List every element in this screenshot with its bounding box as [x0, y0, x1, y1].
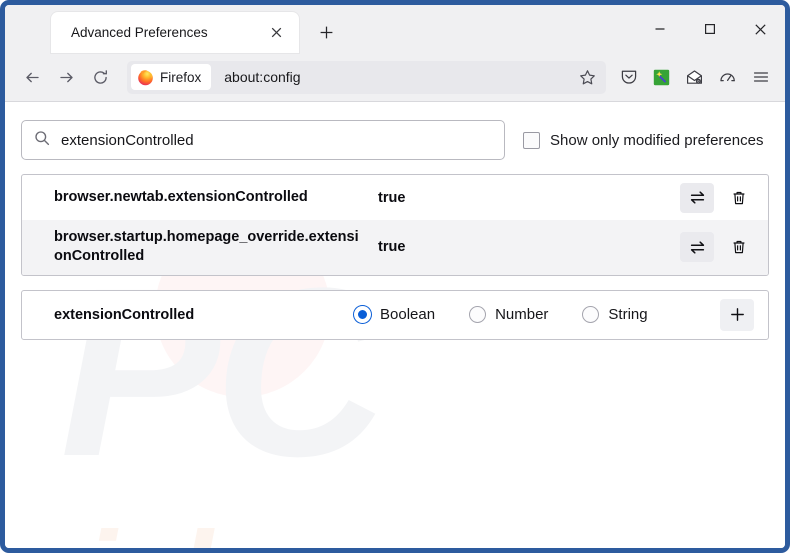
- show-modified-filter[interactable]: Show only modified preferences: [523, 131, 764, 149]
- radio-string[interactable]: [582, 306, 600, 324]
- address-bar[interactable]: Firefox about:config: [127, 60, 606, 94]
- search-input-value[interactable]: extensionControlled: [61, 132, 194, 149]
- email-icon[interactable]: 0: [678, 61, 711, 93]
- tab-strip: Advanced Preferences: [5, 5, 785, 53]
- new-preference-row: extensionControlled Boolean Number Strin…: [22, 291, 768, 339]
- firefox-brand-chip: Firefox: [131, 64, 212, 90]
- pref-name: browser.startup.homepage_override.extens…: [54, 229, 359, 265]
- radio-boolean-label: Boolean: [380, 306, 436, 324]
- reload-icon[interactable]: [83, 61, 117, 93]
- radio-number[interactable]: [469, 306, 487, 324]
- pref-name: browser.newtab.extensionControlled: [54, 188, 308, 205]
- extension-puzzle-icon[interactable]: [645, 61, 678, 93]
- window-controls: [635, 5, 785, 53]
- preferences-table: browser.newtab.extensionControlled true: [21, 174, 769, 276]
- table-row[interactable]: browser.startup.homepage_override.extens…: [22, 220, 768, 275]
- about-config-page: PC risk.com extensionControlled Show: [5, 102, 785, 548]
- show-modified-label: Show only modified preferences: [550, 131, 764, 149]
- page-content: extensionControlled Show only modified p…: [5, 102, 785, 340]
- radio-option-boolean[interactable]: Boolean: [354, 306, 436, 324]
- search-icon: [34, 130, 50, 151]
- search-row: extensionControlled Show only modified p…: [21, 102, 769, 160]
- firefox-logo-icon: [138, 69, 153, 85]
- row-actions: [680, 232, 754, 263]
- new-preference-panel: extensionControlled Boolean Number Strin…: [21, 289, 769, 340]
- trash-icon[interactable]: [724, 232, 754, 262]
- back-arrow-icon[interactable]: [15, 61, 49, 93]
- add-preference-button[interactable]: [720, 298, 754, 331]
- toggle-swap-icon[interactable]: [680, 182, 714, 213]
- close-icon[interactable]: [735, 5, 785, 53]
- minimize-icon[interactable]: [635, 5, 685, 53]
- speedometer-icon[interactable]: [711, 61, 744, 93]
- pocket-icon[interactable]: [612, 61, 645, 93]
- hamburger-menu-icon[interactable]: [744, 61, 777, 93]
- svg-text:0: 0: [697, 79, 699, 83]
- row-actions: [680, 182, 754, 213]
- watermark-bottom: risk.com: [37, 514, 523, 548]
- show-modified-checkbox[interactable]: [523, 131, 540, 149]
- toggle-swap-icon[interactable]: [680, 232, 714, 263]
- radio-number-label: Number: [495, 306, 549, 324]
- search-input[interactable]: extensionControlled: [21, 120, 505, 160]
- tab-title: Advanced Preferences: [71, 25, 208, 40]
- star-icon[interactable]: [572, 63, 602, 91]
- new-pref-type-group: Boolean Number String: [354, 306, 720, 324]
- close-icon[interactable]: [265, 22, 287, 44]
- navigation-toolbar: Firefox about:config 0: [5, 53, 785, 102]
- new-tab-button[interactable]: [311, 17, 341, 47]
- brand-name-label: Firefox: [160, 69, 202, 85]
- maximize-icon[interactable]: [685, 5, 735, 53]
- radio-string-label: String: [608, 306, 648, 324]
- pref-value: true: [378, 189, 406, 206]
- forward-arrow-icon[interactable]: [49, 61, 83, 93]
- pref-value: true: [378, 239, 406, 256]
- radio-option-string[interactable]: String: [582, 306, 648, 324]
- browser-window: Advanced Preferences Firefox about:confi…: [0, 0, 790, 553]
- radio-boolean[interactable]: [354, 306, 371, 324]
- radio-option-number[interactable]: Number: [469, 306, 549, 324]
- url-text[interactable]: about:config: [224, 69, 572, 85]
- browser-tab[interactable]: Advanced Preferences: [51, 12, 299, 53]
- new-pref-name: extensionControlled: [54, 306, 195, 323]
- table-row[interactable]: browser.newtab.extensionControlled true: [22, 175, 768, 220]
- trash-icon[interactable]: [724, 183, 754, 213]
